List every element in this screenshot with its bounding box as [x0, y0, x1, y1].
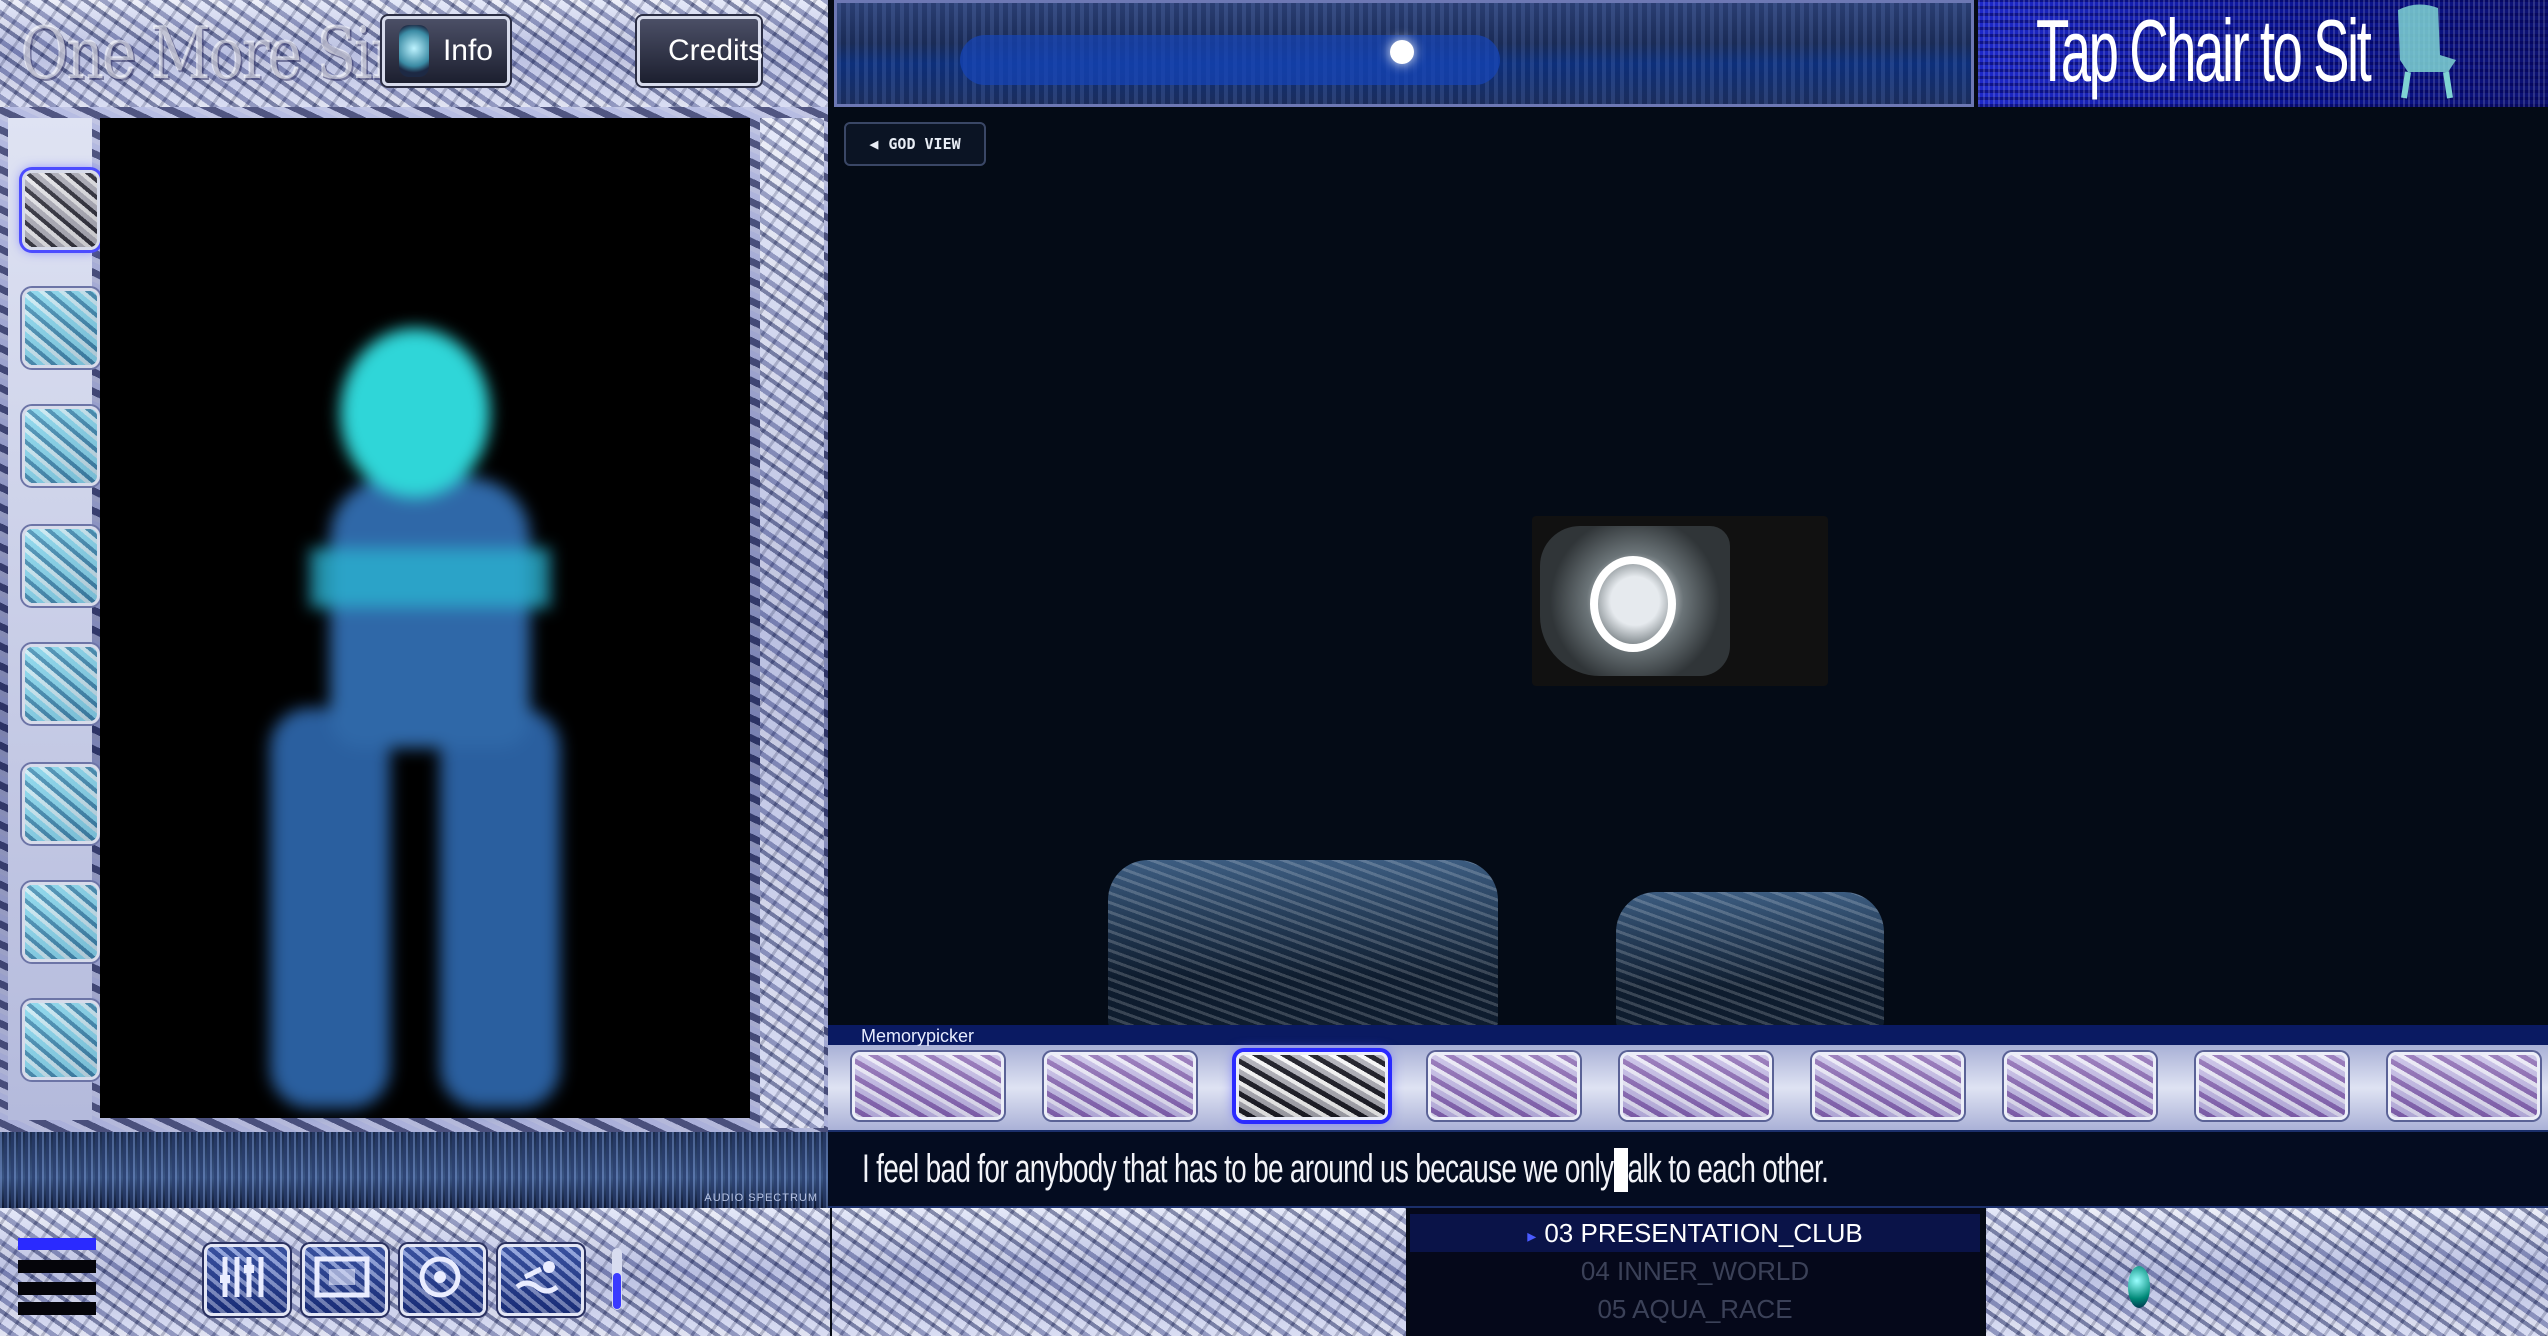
- tool-button-7[interactable]: [22, 882, 100, 962]
- tool-button-8[interactable]: [22, 1000, 100, 1080]
- god-view-button[interactable]: ◀ GOD VIEW: [844, 122, 986, 166]
- avatar-head: [340, 328, 490, 498]
- tool-button-3[interactable]: [22, 406, 100, 486]
- target-icon: [419, 1256, 461, 1298]
- memory-slot-1[interactable]: [852, 1052, 1004, 1120]
- memory-slot-6[interactable]: [1812, 1052, 1964, 1120]
- avatar-figure: [270, 328, 590, 1108]
- volume-slider[interactable]: [612, 1248, 622, 1310]
- avatar-band: [310, 548, 550, 608]
- memory-slot-2[interactable]: [1044, 1052, 1196, 1120]
- avatar-leg-right: [440, 708, 560, 1108]
- ring-icon: [1590, 556, 1676, 652]
- memory-slot-9[interactable]: [2388, 1052, 2540, 1120]
- tool-button-1[interactable]: [22, 170, 100, 250]
- moon-icon: [1390, 40, 1414, 64]
- swim-button[interactable]: [498, 1244, 584, 1316]
- avatar-viewport: [100, 118, 750, 1118]
- audio-spectrum: AUDIO SPECTRUM: [0, 1132, 828, 1208]
- footer-status-panel: [1986, 1208, 2548, 1336]
- scene-portrait-image: [1532, 516, 1828, 686]
- equalizer-button[interactable]: [204, 1244, 290, 1316]
- info-button[interactable]: Info: [382, 16, 510, 86]
- god-view-label: GOD VIEW: [888, 135, 961, 153]
- swim-icon: [515, 1261, 559, 1294]
- memory-slot-3[interactable]: [1236, 1052, 1388, 1120]
- memory-slot-5[interactable]: [1620, 1052, 1772, 1120]
- dialogue-text: I feel bad for anybody that has to be ar…: [862, 1147, 1829, 1191]
- target-button[interactable]: [400, 1244, 486, 1316]
- tool-button-6[interactable]: [22, 764, 100, 844]
- avatar-leg-left: [270, 708, 390, 1108]
- tool-button-2[interactable]: [22, 288, 100, 368]
- avatar-body: [330, 478, 530, 748]
- hint-text: Tap Chair to Sit: [2036, 1, 2372, 100]
- volume-fill: [613, 1273, 621, 1309]
- playlist-track[interactable]: 04 INNER_WORLD: [1410, 1252, 1980, 1290]
- credits-button[interactable]: Credits: [637, 16, 764, 86]
- info-button-label: Info: [442, 34, 493, 67]
- chair-right[interactable]: [1616, 892, 1884, 1028]
- memorypicker-label: Memorypicker: [861, 1026, 975, 1046]
- hint-banner: Tap Chair to Sit: [1978, 0, 2548, 107]
- chair-icon: [2398, 4, 2456, 99]
- gem-icon: [2128, 1266, 2150, 1308]
- film-button[interactable]: [302, 1244, 388, 1316]
- text-cursor: [1614, 1148, 1628, 1192]
- footer-decor-panel: [832, 1208, 1406, 1336]
- playlist-track[interactable]: 03 PRESENTATION_CLUB: [1410, 1214, 1980, 1252]
- hamburger-menu-icon[interactable]: [18, 1238, 98, 1318]
- memory-slot-8[interactable]: [2196, 1052, 2348, 1120]
- memory-slot-4[interactable]: [1428, 1052, 1580, 1120]
- tool-button-4[interactable]: [22, 526, 100, 606]
- triangle-left-icon: ◀: [869, 135, 879, 153]
- side-strip: [760, 118, 824, 1128]
- tool-strip: [8, 118, 100, 1120]
- chair-left[interactable]: [1108, 860, 1498, 1028]
- app-logo: One More Sim: [20, 11, 426, 95]
- equalizer-icon: [220, 1257, 264, 1297]
- playlist: 03 PRESENTATION_CLUB 04 INNER_WORLD 05 A…: [1410, 1208, 1980, 1336]
- memory-slot-7[interactable]: [2004, 1052, 2156, 1120]
- playlist-track[interactable]: 05 AQUA_RACE: [1410, 1290, 1980, 1328]
- film-icon: [314, 1256, 370, 1298]
- credits-button-label: Credits: [668, 34, 764, 67]
- info-icon: [399, 25, 429, 77]
- tool-button-5[interactable]: [22, 644, 100, 724]
- banner-water: [960, 35, 1500, 85]
- audio-spectrum-label: AUDIO SPECTRUM: [704, 1192, 818, 1204]
